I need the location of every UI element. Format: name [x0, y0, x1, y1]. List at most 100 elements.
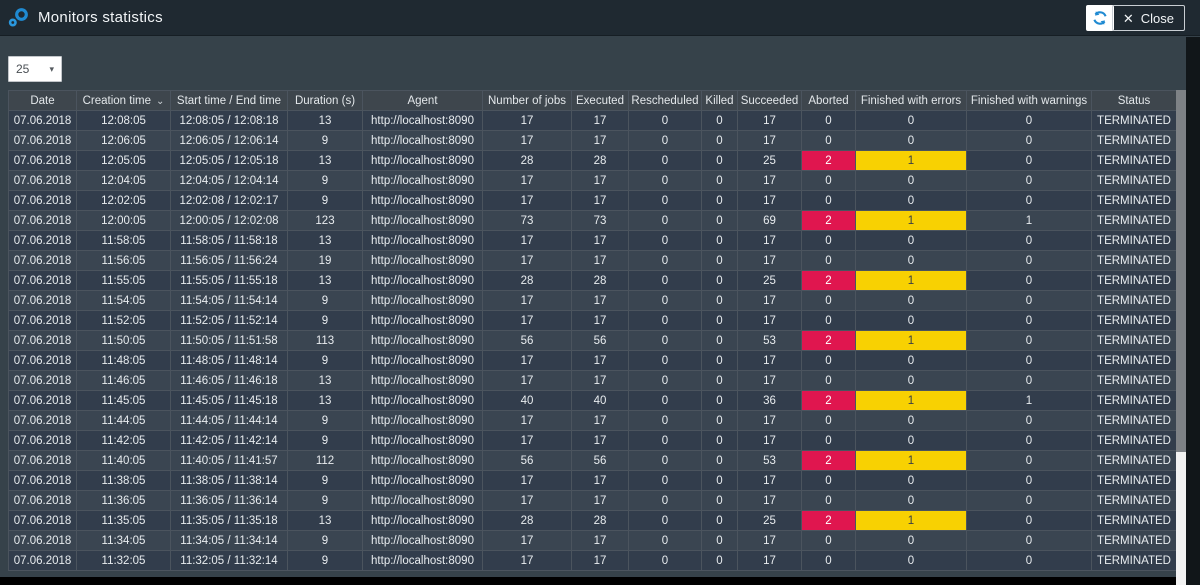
table-row[interactable]: 07.06.201811:34:0511:34:05 / 11:34:149ht…	[9, 531, 1177, 551]
cell-date: 07.06.2018	[9, 491, 77, 511]
cell-finished_errors: 0	[856, 351, 967, 371]
table-row[interactable]: 07.06.201811:58:0511:58:05 / 11:58:1813h…	[9, 231, 1177, 251]
cell-agent: http://localhost:8090	[363, 391, 483, 411]
cell-status: TERMINATED	[1092, 351, 1177, 371]
cell-jobs: 17	[483, 191, 572, 211]
table-row[interactable]: 07.06.201812:02:0512:02:08 / 12:02:179ht…	[9, 191, 1177, 211]
column-header-finished_warnings[interactable]: Finished with warnings	[967, 91, 1092, 111]
column-header-killed[interactable]: Killed	[702, 91, 738, 111]
table-row[interactable]: 07.06.201811:50:0511:50:05 / 11:51:58113…	[9, 331, 1177, 351]
cell-start_end: 12:00:05 / 12:02:08	[171, 211, 288, 231]
column-header-start_end[interactable]: Start time / End time	[171, 91, 288, 111]
column-header-finished_errors[interactable]: Finished with errors	[856, 91, 967, 111]
cell-aborted: 0	[802, 251, 856, 271]
cell-succeeded: 17	[738, 291, 802, 311]
cell-executed: 17	[572, 351, 629, 371]
cell-finished_errors: 0	[856, 531, 967, 551]
table-row[interactable]: 07.06.201812:05:0512:05:05 / 12:05:1813h…	[9, 151, 1177, 171]
cell-jobs: 17	[483, 231, 572, 251]
cell-succeeded: 17	[738, 251, 802, 271]
cell-executed: 17	[572, 131, 629, 151]
table-row[interactable]: 07.06.201812:08:0512:08:05 / 12:08:1813h…	[9, 111, 1177, 131]
cell-creation: 11:50:05	[77, 331, 171, 351]
vertical-scrollbar[interactable]	[1176, 90, 1186, 585]
cell-date: 07.06.2018	[9, 251, 77, 271]
cell-jobs: 73	[483, 211, 572, 231]
column-header-rescheduled[interactable]: Rescheduled	[629, 91, 702, 111]
page-size-select[interactable]: 25 ▾	[8, 56, 62, 82]
cell-date: 07.06.2018	[9, 151, 77, 171]
table-row[interactable]: 07.06.201811:38:0511:38:05 / 11:38:149ht…	[9, 471, 1177, 491]
cell-date: 07.06.2018	[9, 131, 77, 151]
cell-start_end: 11:36:05 / 11:36:14	[171, 491, 288, 511]
scrollbar-thumb[interactable]	[1176, 90, 1186, 452]
cell-jobs: 17	[483, 471, 572, 491]
cell-finished_warnings: 0	[967, 531, 1092, 551]
cell-finished_errors: 0	[856, 291, 967, 311]
cell-jobs: 17	[483, 351, 572, 371]
title-bar: Monitors statistics ✕ Close	[0, 0, 1200, 36]
cell-rescheduled: 0	[629, 471, 702, 491]
table-row[interactable]: 07.06.201811:54:0511:54:05 / 11:54:149ht…	[9, 291, 1177, 311]
cell-finished_errors: 0	[856, 251, 967, 271]
table-row[interactable]: 07.06.201812:04:0512:04:05 / 12:04:149ht…	[9, 171, 1177, 191]
table-row[interactable]: 07.06.201811:40:0511:40:05 / 11:41:57112…	[9, 451, 1177, 471]
cell-status: TERMINATED	[1092, 411, 1177, 431]
column-header-date[interactable]: Date	[9, 91, 77, 111]
cell-rescheduled: 0	[629, 331, 702, 351]
cell-date: 07.06.2018	[9, 311, 77, 331]
table-row[interactable]: 07.06.201811:46:0511:46:05 / 11:46:1813h…	[9, 371, 1177, 391]
column-header-executed[interactable]: Executed	[572, 91, 629, 111]
cell-start_end: 11:44:05 / 11:44:14	[171, 411, 288, 431]
table-row[interactable]: 07.06.201811:42:0511:42:05 / 11:42:149ht…	[9, 431, 1177, 451]
cell-executed: 17	[572, 531, 629, 551]
cell-date: 07.06.2018	[9, 351, 77, 371]
cell-start_end: 12:05:05 / 12:05:18	[171, 151, 288, 171]
column-header-succeeded[interactable]: Succeeded	[738, 91, 802, 111]
table-row[interactable]: 07.06.201812:00:0512:00:05 / 12:02:08123…	[9, 211, 1177, 231]
cell-succeeded: 36	[738, 391, 802, 411]
cell-start_end: 11:58:05 / 11:58:18	[171, 231, 288, 251]
cell-aborted: 0	[802, 371, 856, 391]
table-row[interactable]: 07.06.201811:36:0511:36:05 / 11:36:149ht…	[9, 491, 1177, 511]
table-row[interactable]: 07.06.201811:55:0511:55:05 / 11:55:1813h…	[9, 271, 1177, 291]
cell-killed: 0	[702, 211, 738, 231]
table-row[interactable]: 07.06.201811:32:0511:32:05 / 11:32:149ht…	[9, 551, 1177, 571]
sort-desc-icon: ⌄	[156, 96, 164, 107]
cell-duration: 13	[288, 231, 363, 251]
column-header-status[interactable]: Status	[1092, 91, 1177, 111]
table-row[interactable]: 07.06.201811:35:0511:35:05 / 11:35:1813h…	[9, 511, 1177, 531]
cell-finished_warnings: 0	[967, 171, 1092, 191]
cell-finished_errors: 0	[856, 471, 967, 491]
cell-rescheduled: 0	[629, 451, 702, 471]
column-header-aborted[interactable]: Aborted	[802, 91, 856, 111]
table-row[interactable]: 07.06.201811:45:0511:45:05 / 11:45:1813h…	[9, 391, 1177, 411]
table-row[interactable]: 07.06.201811:48:0511:48:05 / 11:48:149ht…	[9, 351, 1177, 371]
table-row[interactable]: 07.06.201811:56:0511:56:05 / 11:56:2419h…	[9, 251, 1177, 271]
cell-finished_warnings: 0	[967, 471, 1092, 491]
refresh-button[interactable]	[1086, 5, 1114, 31]
cell-killed: 0	[702, 371, 738, 391]
cell-rescheduled: 0	[629, 191, 702, 211]
column-header-duration[interactable]: Duration (s)	[288, 91, 363, 111]
close-button[interactable]: ✕ Close	[1112, 5, 1185, 31]
cell-creation: 11:56:05	[77, 251, 171, 271]
cell-jobs: 17	[483, 551, 572, 571]
cell-duration: 113	[288, 331, 363, 351]
cell-start_end: 12:06:05 / 12:06:14	[171, 131, 288, 151]
table-row[interactable]: 07.06.201811:44:0511:44:05 / 11:44:149ht…	[9, 411, 1177, 431]
cell-rescheduled: 0	[629, 551, 702, 571]
cell-status: TERMINATED	[1092, 531, 1177, 551]
column-header-agent[interactable]: Agent	[363, 91, 483, 111]
column-header-creation[interactable]: Creation time⌄	[77, 91, 171, 111]
cell-start_end: 11:54:05 / 11:54:14	[171, 291, 288, 311]
cell-rescheduled: 0	[629, 431, 702, 451]
cell-executed: 17	[572, 251, 629, 271]
cell-agent: http://localhost:8090	[363, 251, 483, 271]
cell-finished_warnings: 0	[967, 451, 1092, 471]
table-row[interactable]: 07.06.201812:06:0512:06:05 / 12:06:149ht…	[9, 131, 1177, 151]
cell-executed: 17	[572, 551, 629, 571]
cell-rescheduled: 0	[629, 531, 702, 551]
table-row[interactable]: 07.06.201811:52:0511:52:05 / 11:52:149ht…	[9, 311, 1177, 331]
column-header-jobs[interactable]: Number of jobs	[483, 91, 572, 111]
